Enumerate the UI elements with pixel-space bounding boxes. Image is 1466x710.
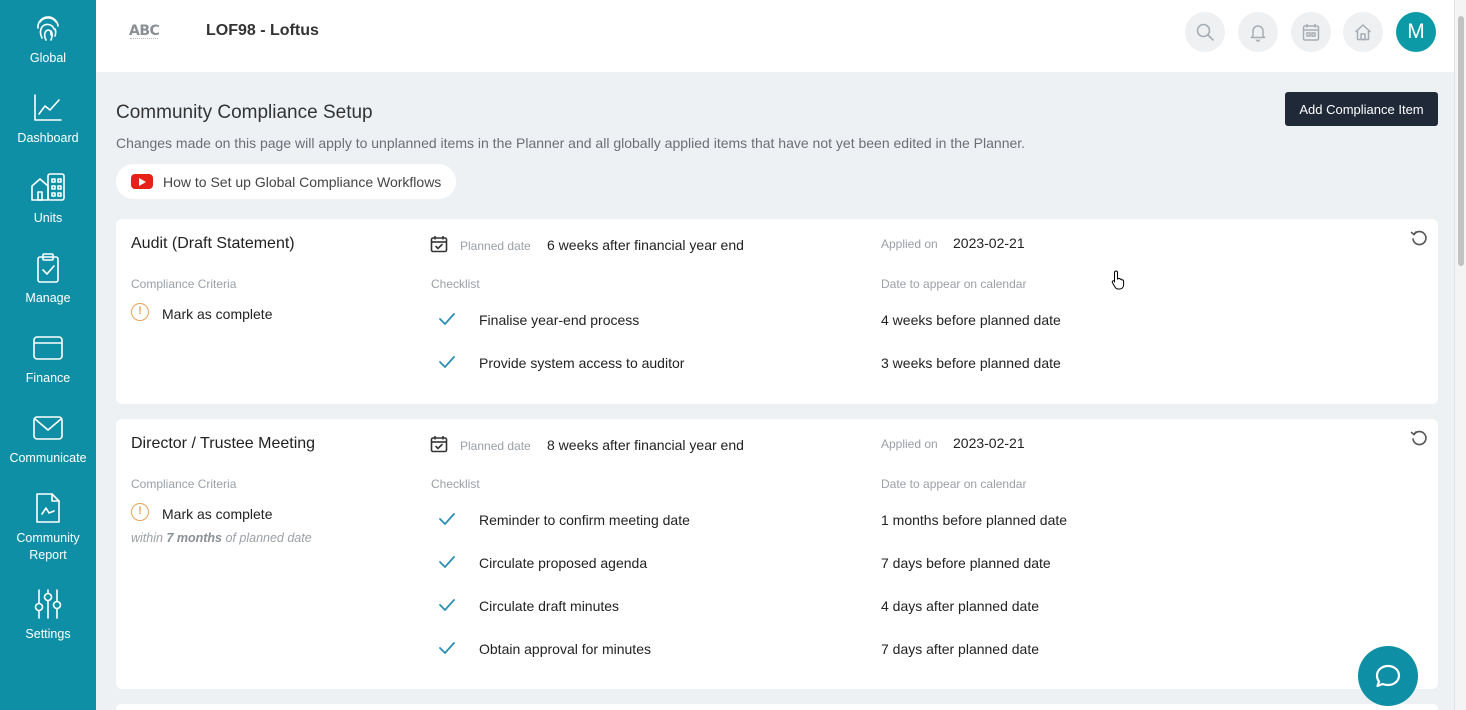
checklist-item: Provide system access to auditor bbox=[479, 355, 685, 371]
applied-on-label: Applied on bbox=[881, 437, 938, 451]
check-icon bbox=[439, 356, 455, 369]
checklist-item: Reminder to confirm meeting date bbox=[479, 512, 690, 528]
calendar-button[interactable] bbox=[1291, 12, 1331, 52]
check-icon bbox=[439, 642, 455, 655]
chat-bubble-icon bbox=[1375, 664, 1401, 688]
check-icon bbox=[439, 313, 455, 326]
applied-on-value: 2023-02-21 bbox=[953, 235, 1025, 251]
checklist-date: 4 weeks before planned date bbox=[881, 312, 1061, 328]
clipboard-check-icon bbox=[37, 253, 59, 283]
home-icon bbox=[1354, 24, 1372, 41]
warning-icon: ! bbox=[131, 303, 149, 321]
planned-date-label: Planned date bbox=[460, 239, 531, 253]
sidebar-item-community-report[interactable]: Community Report bbox=[0, 492, 96, 564]
applied-on-value: 2023-02-21 bbox=[953, 435, 1025, 451]
sidebar-item-label: Units bbox=[33, 211, 63, 225]
applied-on-label: Applied on bbox=[881, 237, 938, 251]
calendar-icon bbox=[430, 436, 448, 453]
sidebar-item-label: Dashboard bbox=[17, 131, 79, 145]
criteria-value: Mark as complete bbox=[162, 306, 273, 322]
search-button[interactable] bbox=[1185, 12, 1225, 52]
checklist-date: 1 months before planned date bbox=[881, 512, 1068, 528]
search-icon bbox=[1196, 23, 1214, 41]
criteria-timeframe: within 7 months of planned date bbox=[131, 531, 312, 545]
calendar-icon bbox=[1302, 24, 1320, 41]
page-title: Community Compliance Setup bbox=[116, 102, 373, 123]
warning-icon: ! bbox=[131, 503, 149, 521]
fingerprint-icon bbox=[37, 16, 59, 41]
checklist-item: Circulate proposed agenda bbox=[479, 555, 648, 571]
criteria-value: Mark as complete bbox=[162, 506, 273, 522]
sidebar-item-settings[interactable]: Settings bbox=[0, 588, 96, 643]
sidebar: Global Dashboard Units Manage Finance Co… bbox=[0, 0, 96, 710]
youtube-icon bbox=[131, 174, 153, 189]
card-title: Audit (Draft Statement) bbox=[131, 235, 295, 252]
calendar-icon bbox=[430, 236, 448, 253]
sidebar-item-label: Community Report bbox=[16, 531, 80, 562]
checklist-date: 4 days after planned date bbox=[881, 598, 1040, 614]
report-icon bbox=[36, 493, 60, 523]
chart-line-icon bbox=[34, 94, 62, 121]
compliance-criteria-label: Compliance Criteria bbox=[131, 477, 237, 491]
page-description: Changes made on this page will apply to … bbox=[116, 135, 1026, 151]
user-avatar[interactable]: M bbox=[1396, 12, 1436, 52]
envelope-icon bbox=[33, 416, 63, 440]
compliance-criteria-label: Compliance Criteria bbox=[131, 277, 237, 291]
sliders-icon bbox=[34, 589, 62, 619]
sidebar-item-units[interactable]: Units bbox=[0, 172, 96, 227]
scrollbar[interactable] bbox=[1454, 0, 1466, 710]
buildings-icon bbox=[31, 173, 65, 201]
sidebar-item-label: Global bbox=[29, 51, 67, 65]
planned-date-value: 6 weeks after financial year end bbox=[547, 237, 744, 253]
video-link-label: How to Set up Global Compliance Workflow… bbox=[163, 173, 442, 190]
sidebar-item-label: Finance bbox=[25, 371, 71, 385]
scrollbar-thumb[interactable] bbox=[1458, 16, 1464, 266]
sidebar-item-label: Manage bbox=[25, 291, 71, 305]
home-button[interactable] bbox=[1343, 12, 1383, 52]
checklist-date: 7 days after planned date bbox=[881, 641, 1040, 657]
mouse-cursor-icon bbox=[1111, 270, 1125, 290]
sidebar-item-communicate[interactable]: Communicate bbox=[0, 412, 96, 467]
checklist-item: Finalise year-end process bbox=[479, 312, 640, 328]
calendar-date-label: Date to appear on calendar bbox=[881, 477, 1027, 491]
checklist-item: Circulate draft minutes bbox=[479, 598, 620, 614]
sidebar-item-dashboard[interactable]: Dashboard bbox=[0, 92, 96, 147]
calendar-date-label: Date to appear on calendar bbox=[881, 277, 1027, 291]
sidebar-item-global[interactable]: Global bbox=[0, 12, 96, 67]
video-tutorial-link[interactable]: How to Set up Global Compliance Workflow… bbox=[116, 164, 457, 199]
checklist-date: 7 days before planned date bbox=[881, 555, 1051, 571]
check-icon bbox=[439, 513, 455, 526]
checklist-label: Checklist bbox=[431, 277, 480, 291]
reset-icon[interactable] bbox=[1410, 429, 1428, 447]
company-logo: ABC bbox=[129, 23, 160, 39]
check-icon bbox=[439, 556, 455, 569]
sidebar-item-label: Communicate bbox=[9, 451, 87, 465]
wallet-icon bbox=[33, 336, 63, 360]
org-title: LOF98 - Loftus bbox=[206, 22, 319, 39]
chat-support-button[interactable] bbox=[1358, 646, 1418, 706]
sidebar-item-manage[interactable]: Manage bbox=[0, 252, 96, 307]
compliance-card-next bbox=[116, 704, 1438, 710]
planned-date-label: Planned date bbox=[460, 439, 531, 453]
card-title: Director / Trustee Meeting bbox=[131, 435, 316, 452]
bell-icon bbox=[1250, 25, 1266, 42]
compliance-card-audit: Audit (Draft Statement) Planned date 6 w… bbox=[116, 219, 1438, 404]
checklist-date: 3 weeks before planned date bbox=[881, 355, 1061, 371]
check-icon bbox=[439, 599, 455, 612]
notifications-button[interactable] bbox=[1238, 12, 1278, 52]
sidebar-item-label: Settings bbox=[25, 627, 71, 641]
add-compliance-item-button[interactable]: Add Compliance Item bbox=[1285, 92, 1438, 126]
checklist-label: Checklist bbox=[431, 477, 480, 491]
planned-date-value: 8 weeks after financial year end bbox=[547, 437, 744, 453]
compliance-card-meeting: Director / Trustee Meeting Planned date … bbox=[116, 419, 1438, 689]
sidebar-item-finance[interactable]: Finance bbox=[0, 332, 96, 387]
checklist-item: Obtain approval for minutes bbox=[479, 641, 651, 657]
top-bar: ABC LOF98 - Loftus M bbox=[96, 0, 1454, 72]
reset-icon[interactable] bbox=[1410, 229, 1428, 247]
